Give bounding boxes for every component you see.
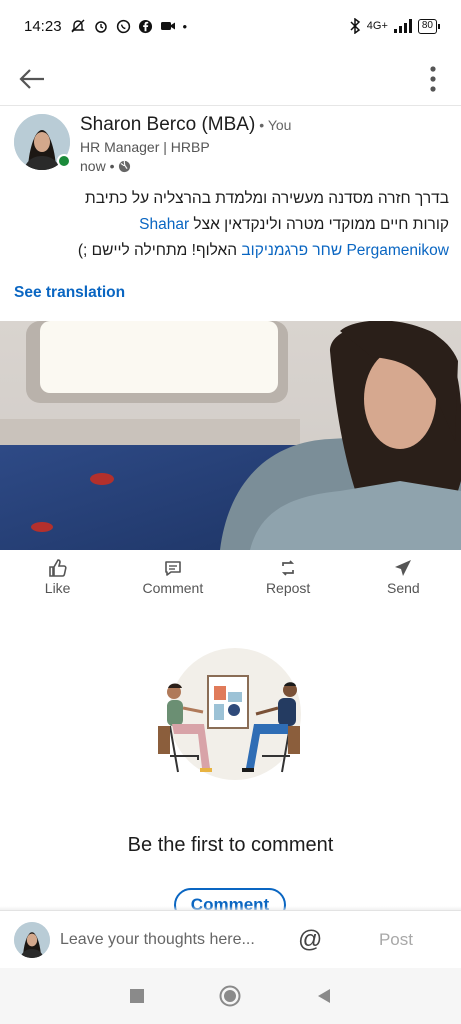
like-label: Like (44, 580, 71, 596)
post-text-line-2: קורות חיים ממוקדי מטרה ולינקדאין אצל Sha… (139, 216, 449, 233)
battery-icon: 80 (417, 18, 441, 34)
post-text-line-1: בדרך חזרה מסדנה מעשירה ומלמדת בהרצליה על… (85, 190, 449, 207)
empty-comments-title: Be the first to comment (127, 834, 334, 856)
author-relation: • You (259, 117, 292, 133)
comment-input[interactable]: Leave your thoughts here... (60, 931, 280, 949)
post-photo[interactable] (0, 321, 461, 550)
post-body-text: בדרך חזרה מסדנה מעשירה ומלמדת בהרצליה על… (14, 186, 449, 264)
send-icon (393, 558, 413, 578)
network-type: 4G+ (366, 20, 388, 32)
author-headline: HR Manager | HRBP (80, 139, 210, 155)
send-label: Send (387, 580, 420, 596)
comment-icon (163, 558, 183, 578)
post-time: now • (80, 158, 291, 174)
post-actions: Like Comment Repost Send (0, 552, 461, 602)
status-time: 14:23 (24, 17, 62, 35)
comment-button[interactable]: Comment (115, 552, 230, 602)
notification-icons: • (70, 18, 188, 34)
comment-composer: Leave your thoughts here... @ Post (0, 910, 461, 968)
mention-link-first[interactable]: Shahar (139, 216, 189, 233)
send-button[interactable]: Send (346, 552, 461, 602)
post-comment-button[interactable]: Post (379, 930, 413, 950)
dot-icon: • (182, 18, 188, 34)
author-name[interactable]: Sharon Berco (MBA) (80, 114, 255, 136)
like-button[interactable]: Like (0, 552, 115, 602)
mention-link-last[interactable]: Pergamenikow (346, 242, 449, 259)
globe-icon (118, 160, 131, 173)
like-icon (48, 558, 68, 578)
repost-icon (278, 558, 298, 578)
mention-link-hebrew[interactable]: שחר פרגמניקוב (241, 242, 342, 259)
post-text-line-3: Pergamenikow שחר פרגמניקוב האלוף! מתחילה… (77, 242, 449, 259)
muted-bell-icon (70, 19, 85, 33)
home-icon[interactable] (215, 981, 245, 1011)
video-icon (160, 22, 175, 30)
system-nav-bar (0, 968, 461, 1024)
online-status-dot (57, 154, 71, 168)
repost-button[interactable]: Repost (231, 552, 346, 602)
empty-comments-illustration (150, 646, 310, 806)
signal-icon (393, 19, 412, 33)
bluetooth-icon (350, 18, 360, 34)
back-arrow-icon[interactable] (16, 63, 48, 95)
repost-label: Repost (265, 580, 311, 596)
author-avatar[interactable] (14, 114, 71, 170)
post-time-label: now • (80, 158, 115, 174)
post-header: Sharon Berco (MBA) • You HR Manager | HR… (14, 114, 454, 176)
alarm-icon (94, 21, 107, 33)
composer-avatar (14, 921, 50, 958)
more-options-icon[interactable] (421, 63, 445, 95)
back-nav-icon[interactable] (309, 981, 339, 1011)
comment-label: Comment (142, 580, 204, 596)
see-translation-link[interactable]: See translation (14, 284, 125, 302)
app-bar (0, 52, 461, 106)
recent-apps-icon[interactable] (122, 981, 152, 1011)
facebook-icon (138, 19, 152, 33)
whatsapp-icon (116, 19, 130, 33)
mention-at-icon[interactable]: @ (298, 926, 322, 954)
status-bar: 14:23 • 4G+ 80 (0, 0, 461, 52)
